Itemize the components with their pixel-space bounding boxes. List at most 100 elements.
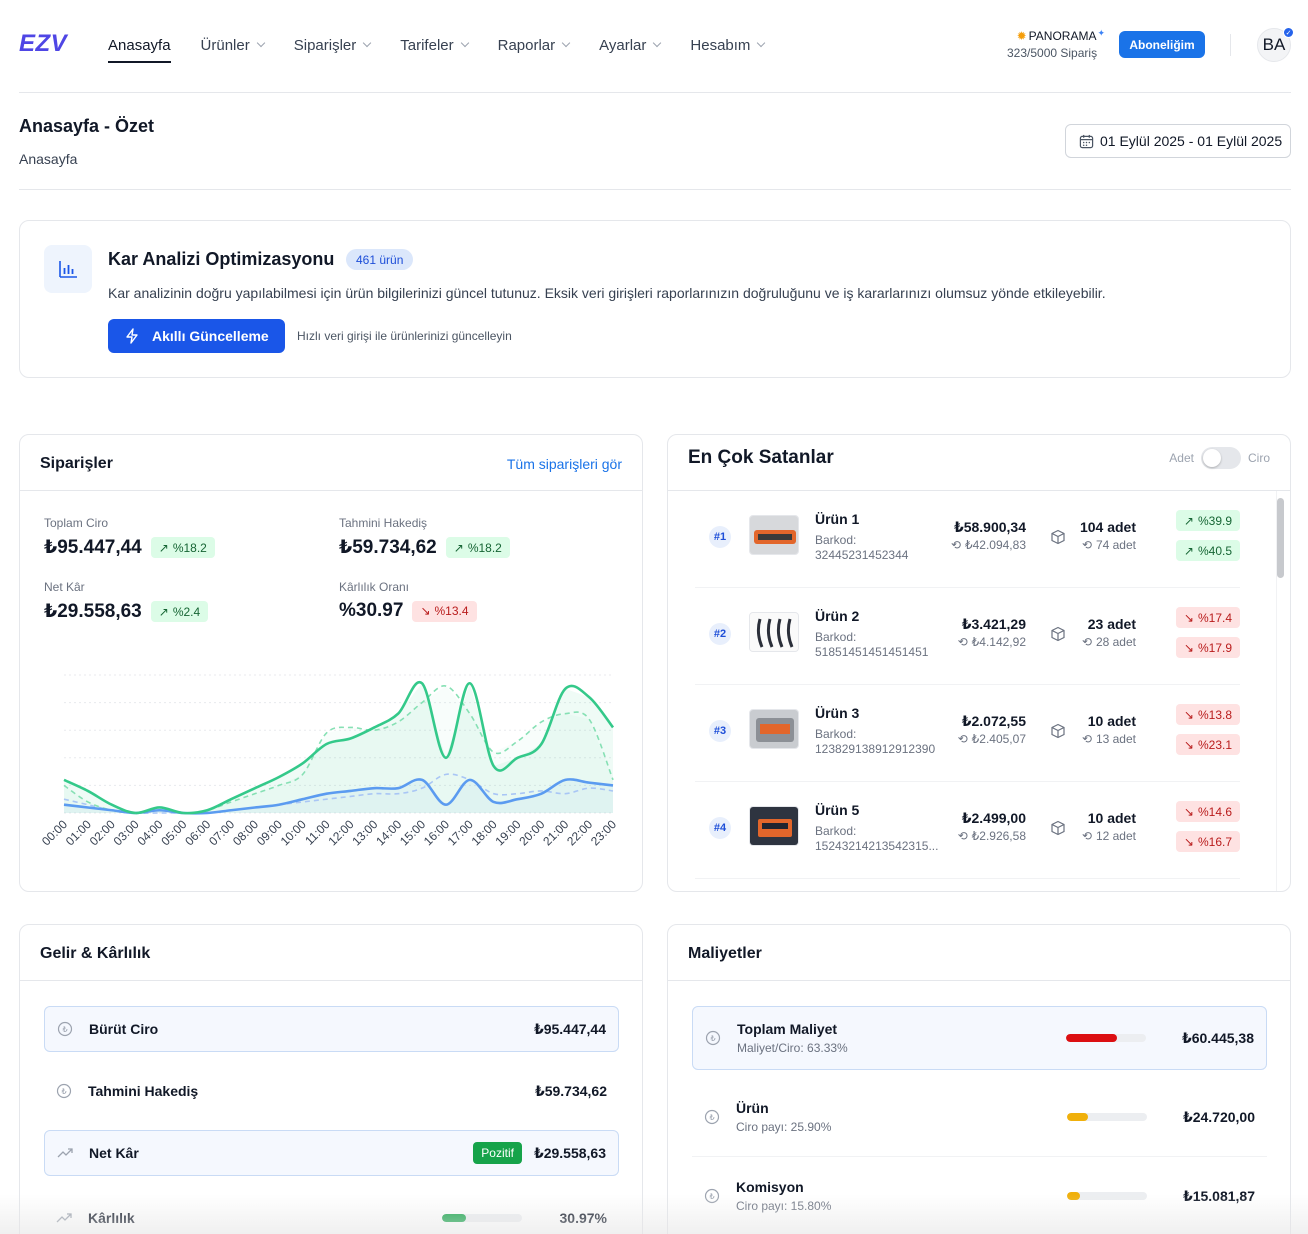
- cost-label: Ürün: [736, 1100, 769, 1116]
- row-value: ₺95.447,44: [533, 1020, 606, 1037]
- package-icon: [1051, 820, 1065, 836]
- trend-down-icon: ↘: [1183, 834, 1194, 849]
- metric-label: Kârlılık Oranı: [339, 580, 410, 594]
- divider: [19, 189, 1291, 190]
- barcode-label: Barkod:: [815, 824, 857, 838]
- page-title: Anasayfa - Özet: [19, 116, 155, 136]
- x-tick-label: 14:00: [373, 817, 404, 848]
- costs-card: Maliyetler ₺ Toplam Maliyet Maliyet/Ciro…: [667, 924, 1291, 1234]
- previous-revenue: ⟲ ₺42.094,83: [951, 538, 1026, 552]
- smart-update-hint: Hızlı veri girişi ile ürünlerinizi günce…: [297, 329, 512, 343]
- trend-up-icon: ↗: [158, 604, 169, 619]
- metric-estimated-payout: Tahmini Hakediş ₺59.734,62 ↗ %18.2: [339, 516, 510, 559]
- best-seller-item[interactable]: #1 Ürün 1 Barkod: 32445231452344 ₺58.900,34 ⟲…: [695, 491, 1240, 588]
- best-seller-item[interactable]: #3 Ürün 3 Barkod: 123829138912912390 ₺2.072,…: [695, 685, 1240, 782]
- all-orders-link[interactable]: Tüm siparişleri gör: [507, 456, 622, 472]
- breadcrumb[interactable]: Anasayfa: [19, 151, 77, 167]
- barcode-label: Barkod:: [815, 533, 857, 547]
- profitability-bar-fill: [441, 1214, 467, 1222]
- subscription-button[interactable]: Aboneliğim: [1119, 31, 1205, 58]
- product-name[interactable]: Ürün 2: [815, 608, 859, 624]
- cost-value: ₺60.445,38: [1181, 1029, 1254, 1046]
- row-value: 30.97%: [559, 1210, 607, 1226]
- x-tick-label: 18:00: [469, 817, 500, 848]
- nav-item-hesabim[interactable]: Hesabım: [690, 34, 766, 56]
- svg-text:₺: ₺: [710, 1034, 715, 1043]
- x-tick-label: 09:00: [254, 817, 285, 848]
- product-name[interactable]: Ürün 3: [815, 705, 859, 721]
- quantity-revenue-toggle[interactable]: [1200, 447, 1241, 469]
- best-seller-item[interactable]: #2 Ürün 2 Barkod: 51851451451451451 ₺3.421,2…: [695, 588, 1240, 685]
- product-name[interactable]: Ürün 1: [815, 511, 859, 527]
- change-chip: ↗ %18.2: [445, 537, 510, 558]
- product-quantity: 10 adet: [1087, 713, 1136, 729]
- rank-badge: #3: [709, 720, 731, 742]
- income-card-header: Gelir & Kârlılık: [20, 925, 642, 981]
- previous-revenue-value: ₺2.405,07: [971, 732, 1026, 746]
- change-chip: ↗ %2.4: [150, 601, 209, 622]
- logo[interactable]: EZV: [19, 30, 67, 58]
- change-chip: ↗ %18.2: [150, 537, 215, 558]
- product-thumbnail[interactable]: [749, 612, 799, 652]
- product-name[interactable]: Ürün 5: [815, 802, 859, 818]
- previous-quantity: ⟲ 74 adet: [1082, 538, 1136, 552]
- product-thumbnail[interactable]: [749, 709, 799, 749]
- previous-quantity-value: 28 adet: [1095, 635, 1136, 649]
- x-tick-label: 00:00: [40, 817, 70, 848]
- smart-update-button[interactable]: Akıllı Güncelleme: [108, 319, 285, 353]
- metric-value: ₺29.558,63: [44, 601, 142, 622]
- x-tick-label: 10:00: [278, 817, 309, 848]
- history-icon: ⟲: [1081, 538, 1092, 552]
- divider: [1230, 34, 1231, 56]
- profit-analysis-card: Kar Analizi Optimizasyonu 461 ürün Kar a…: [19, 220, 1291, 378]
- nav-item-siparisler[interactable]: Siparişler: [294, 34, 372, 56]
- date-range-picker[interactable]: 01 Eylül 2025 - 01 Eylül 2025: [1065, 124, 1291, 158]
- barcode-label: Barkod:: [815, 727, 857, 741]
- plan-info[interactable]: ✹ PANORAMA ✦ 323/5000 Sipariş: [1007, 28, 1105, 60]
- trending-up-icon: [57, 1148, 73, 1158]
- nav-item-raporlar[interactable]: Raporlar: [498, 34, 571, 56]
- cost-sub: Ciro payı: 15.80%: [736, 1199, 832, 1213]
- product-thumbnail[interactable]: [749, 806, 799, 846]
- best-sellers-list: #1 Ürün 1 Barkod: 32445231452344 ₺58.900,34 ⟲…: [695, 491, 1240, 879]
- cost-sub: Maliyet/Ciro: 63.33%: [737, 1041, 848, 1055]
- change-value: %17.4: [1197, 610, 1232, 625]
- positive-badge: Pozitif: [473, 1142, 522, 1164]
- divider: [692, 1156, 1267, 1157]
- trend-down-icon: ↘: [1183, 737, 1194, 752]
- history-icon: ⟲: [1081, 829, 1092, 843]
- package-icon: [1051, 626, 1065, 642]
- nav-label: Hesabım: [690, 36, 751, 54]
- costs-card-header: Maliyetler: [668, 925, 1290, 981]
- x-tick-label: 12:00: [325, 817, 356, 848]
- metric-label: Net Kâr: [44, 580, 85, 594]
- net-profit-row: Net Kâr Pozitif ₺29.558,63: [44, 1130, 619, 1176]
- nav-item-anasayfa[interactable]: Anasayfa: [108, 34, 171, 63]
- package-icon: [1051, 529, 1065, 545]
- history-icon: ⟲: [950, 538, 961, 552]
- change-value: %13.8: [1197, 707, 1232, 722]
- previous-revenue: ⟲ ₺2.405,07: [958, 732, 1026, 746]
- product-thumbnail[interactable]: [749, 515, 799, 555]
- nav-item-urunler[interactable]: Ürünler: [201, 34, 265, 56]
- chevron-down-icon: [256, 38, 265, 48]
- history-icon: ⟲: [957, 635, 968, 649]
- nav-item-ayarlar[interactable]: Ayarlar: [599, 34, 662, 56]
- hourly-orders-chart[interactable]: 00:0001:0002:0003:0004:0005:0006:0007:00…: [40, 665, 624, 865]
- x-tick-label: 23:00: [588, 817, 619, 848]
- verified-icon: ✓: [1283, 27, 1294, 38]
- nav-item-tarifeler[interactable]: Tarifeler: [400, 34, 469, 56]
- change-value: %39.9: [1197, 513, 1232, 528]
- previous-quantity-value: 13 adet: [1095, 732, 1136, 746]
- profitability-bar: [441, 1214, 522, 1222]
- scrollbar-thumb[interactable]: [1277, 498, 1284, 578]
- chevron-down-icon: [757, 38, 766, 48]
- cost-bar-fill: [1067, 1113, 1088, 1121]
- svg-text:₺: ₺: [709, 1192, 714, 1201]
- svg-text:₺: ₺: [62, 1025, 67, 1034]
- best-seller-item[interactable]: #4 Ürün 5 Barkod: 15243214213542315... ₺2.49…: [695, 782, 1240, 879]
- previous-revenue-value: ₺2.926,58: [971, 829, 1026, 843]
- revenue-change-chip: ↘ %14.6: [1175, 801, 1240, 822]
- change-value: %18.2: [172, 540, 207, 555]
- best-sellers-card: En Çok Satanlar Adet Ciro #1 Ürün 1 Barkod…: [667, 434, 1291, 892]
